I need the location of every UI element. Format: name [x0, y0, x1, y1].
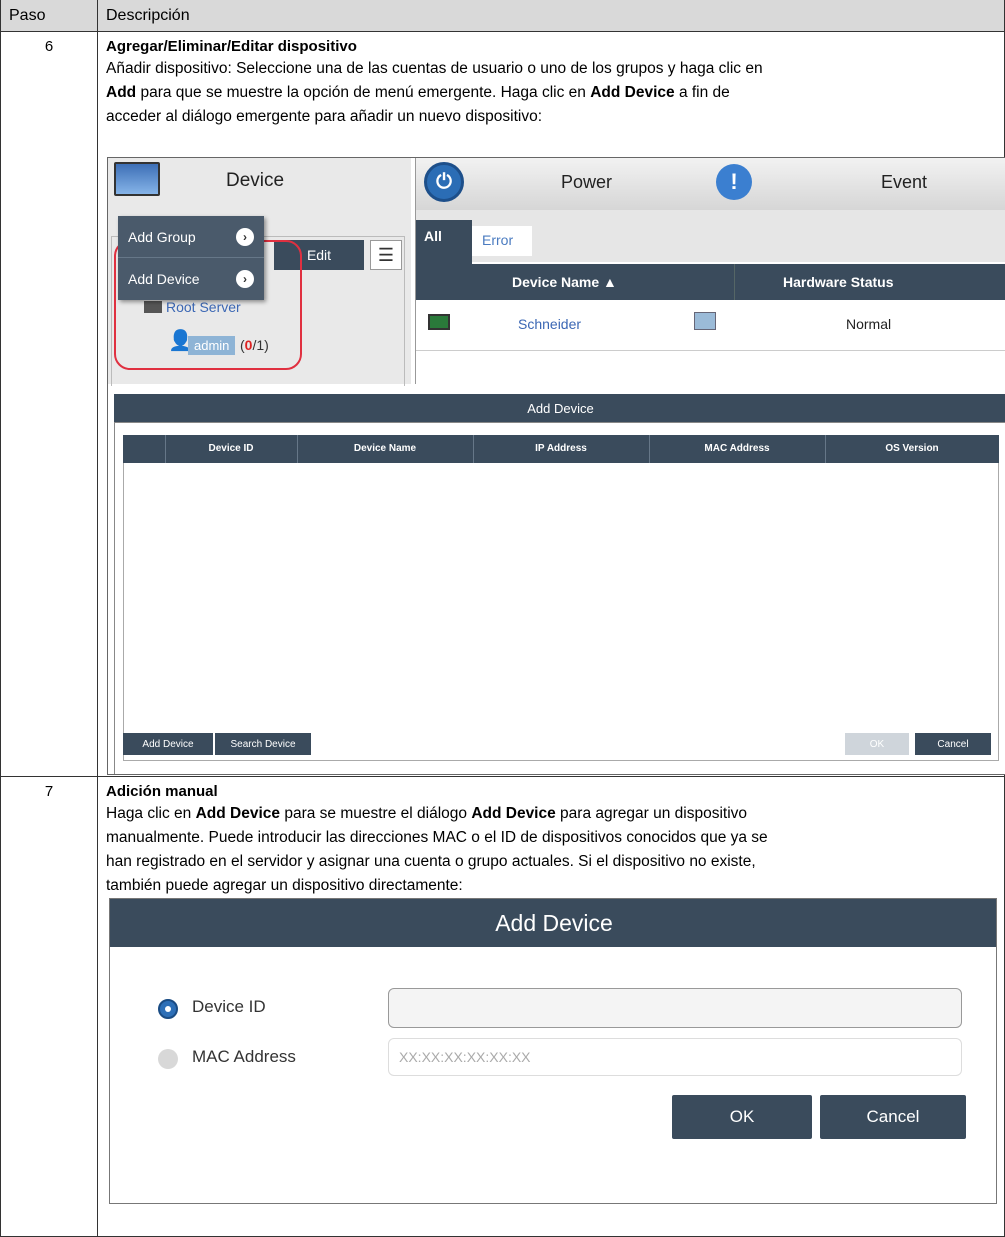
step7-description: Haga clic en Add Device para se muestre … [106, 802, 1001, 898]
hardware-icon [694, 312, 716, 330]
col-device-name[interactable]: Device Name [297, 443, 473, 454]
add-device-button[interactable]: Add Device [123, 733, 213, 755]
bold-add-device: Add Device [590, 84, 675, 101]
col-device-id[interactable]: Device ID [165, 443, 297, 454]
step6-line2-end: a fin de [674, 84, 730, 101]
step6-description: Añadir dispositivo: Seleccione una de la… [106, 57, 1001, 129]
device-manager-screenshot: Device Edit ☰ Root Server 👤 admin (0/1) … [107, 157, 1005, 775]
col-device-name[interactable]: Device Name ▲ [512, 274, 617, 290]
col-os-version[interactable]: OS Version [825, 443, 999, 454]
device-id-label: Device ID [192, 997, 266, 1016]
chevron-right-icon: › [236, 270, 254, 288]
menu-item-add-group[interactable]: Add Group › [118, 216, 264, 258]
step6-line2: Add para que se muestre la opción de men… [106, 81, 1001, 105]
device-id-radio[interactable] [158, 999, 178, 1019]
computer-icon [428, 314, 450, 330]
event-alert-icon[interactable]: ! [716, 164, 752, 200]
menu-item-label: Add Device [128, 271, 200, 287]
column-divider [734, 264, 735, 300]
tab-all[interactable]: All [416, 220, 472, 264]
dialog-title: Add Device [110, 899, 996, 947]
device-list-panel: ⏻ Power ! Event All Error Device Name ▲ … [415, 158, 1005, 384]
bold-add: Add [106, 84, 137, 101]
grid-header: Device ID Device Name IP Address MAC Add… [123, 435, 999, 463]
ok-button[interactable]: OK [672, 1095, 812, 1139]
menu-item-label: Add Group [128, 229, 196, 245]
chevron-right-icon: › [236, 228, 254, 246]
col-ip-address[interactable]: IP Address [473, 443, 649, 454]
step6-title: Agregar/Eliminar/Editar dispositivo [106, 38, 357, 55]
step7-title: Adición manual [106, 783, 218, 800]
step7-line2: manualmente. Puede introducir las direcc… [106, 829, 768, 846]
manual-add-device-dialog: Add Device Device ID MAC Address OK Canc… [109, 898, 997, 1204]
power-icon[interactable]: ⏻ [424, 162, 464, 202]
step6-line1: Añadir dispositivo: Seleccione una de la… [106, 60, 763, 77]
device-table-header: Device Name ▲ Hardware Status [416, 264, 1005, 300]
add-popup-menu: Add Group › Add Device › [118, 216, 264, 300]
bold-add-device: Add Device [195, 805, 281, 822]
device-id-field[interactable] [388, 988, 962, 1028]
col-mac-address[interactable]: MAC Address [649, 443, 825, 454]
mac-address-label: MAC Address [192, 1047, 296, 1066]
nav-bar: ⏻ Power ! Event [416, 158, 1005, 210]
step-number-6: 6 [44, 38, 54, 55]
add-device-dialog: Device ID Device Name IP Address MAC Add… [114, 422, 1005, 774]
cancel-button[interactable]: Cancel [820, 1095, 966, 1139]
tab-device[interactable]: Device [226, 170, 284, 192]
row-separator [416, 350, 1005, 351]
col-hardware-status[interactable]: Hardware Status [783, 274, 893, 290]
table-header: Paso Descripción [1, 0, 1005, 32]
step7-line4: también puede agregar un dispositivo dir… [106, 877, 463, 894]
monitor-icon[interactable] [114, 162, 160, 196]
mac-address-field[interactable] [388, 1038, 962, 1076]
step7-text: para agregar un dispositivo [555, 805, 748, 822]
cancel-button[interactable]: Cancel [915, 733, 991, 755]
step7-line1: Haga clic en Add Device para se muestre … [106, 802, 1001, 826]
device-grid [123, 463, 999, 761]
step6-line3: acceder al diálogo emergente para añadir… [106, 108, 543, 125]
device-name-link[interactable]: Schneider [518, 316, 581, 332]
list-view-icon[interactable]: ☰ [370, 240, 402, 270]
menu-item-add-device[interactable]: Add Device › [118, 258, 264, 300]
tab-error[interactable]: Error [472, 226, 532, 256]
search-device-button[interactable]: Search Device [215, 733, 311, 755]
tab-event[interactable]: Event [881, 172, 927, 193]
hardware-status-value: Normal [846, 316, 892, 332]
table-row[interactable]: Schneider Normal [416, 300, 1005, 350]
column-divider [165, 435, 166, 463]
column-divider [97, 0, 98, 1237]
procedure-table: Paso Descripción 6 Agregar/Eliminar/Edit… [0, 0, 1005, 1237]
mac-address-radio[interactable] [158, 1049, 178, 1069]
tab-power[interactable]: Power [561, 172, 612, 193]
step7-line3: han registrado en el servidor y asignar … [106, 853, 756, 870]
device-panel: Device Edit ☰ Root Server 👤 admin (0/1) … [108, 158, 411, 386]
ok-button-disabled[interactable]: OK [845, 733, 909, 755]
step6-line2-text: para que se muestre la opción de menú em… [136, 84, 591, 101]
header-description: Descripción [106, 7, 190, 24]
step7-text: para se muestre el diálogo [280, 805, 472, 822]
row-divider [1, 776, 1005, 777]
bold-add-device: Add Device [471, 805, 556, 822]
header-step: Paso [9, 7, 46, 24]
step7-text: Haga clic en [106, 805, 196, 822]
step-number-7: 7 [44, 783, 54, 800]
add-device-dialog-title: Add Device [114, 394, 1005, 422]
